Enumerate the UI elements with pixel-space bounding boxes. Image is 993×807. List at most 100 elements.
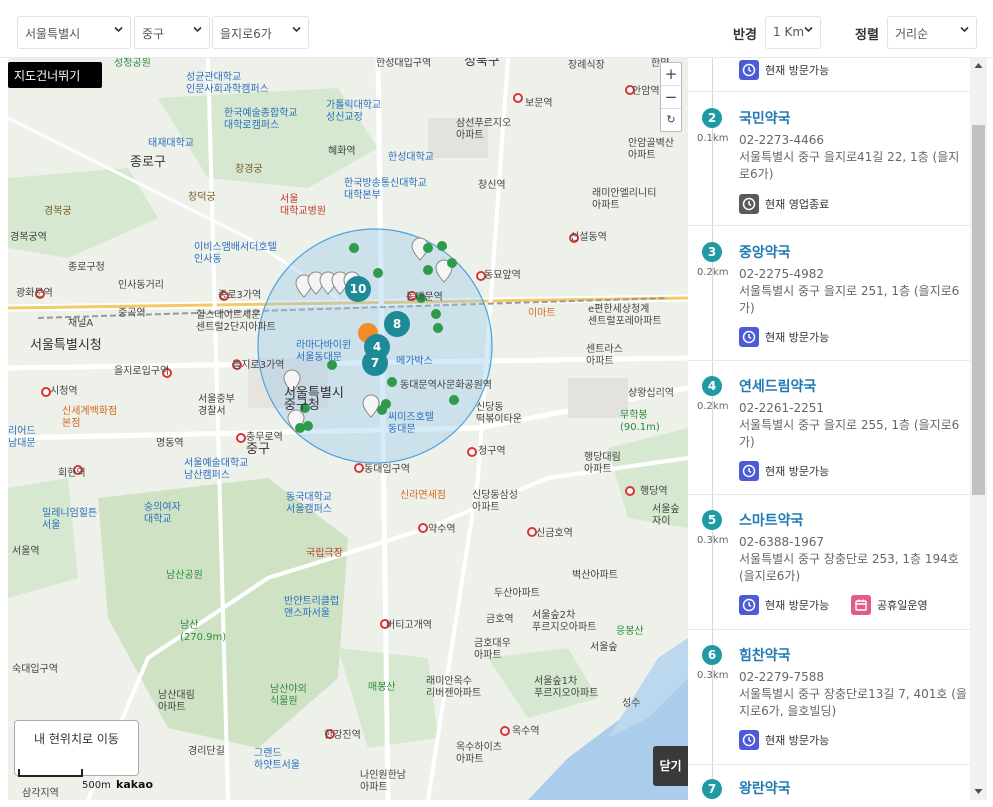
pharmacy-address: 서울특별시 중구 을지로 255, 1층 (을지로6가)	[739, 418, 960, 449]
clock-icon	[739, 327, 759, 347]
skip-map-button[interactable]: 지도건너뛰기	[8, 62, 102, 88]
kakao-logo: kakao	[116, 778, 154, 791]
map-view[interactable]: 10 8 4 7 성균관대학교 인문사회과학캠퍼스 한국예술종합학교 대학로캠퍼…	[8, 58, 688, 800]
map-label: 서울숲1차 푸르지오아파트	[534, 676, 599, 699]
pharmacy-phone: 02-2275-4982	[739, 267, 825, 281]
map-label: 경복궁역	[10, 232, 47, 243]
item-distance: 0.2km	[697, 267, 729, 278]
list-item-partial[interactable]: 현재 방문가능	[688, 58, 970, 92]
city-select[interactable]: 서울특별시	[17, 16, 131, 49]
chevron-down-icon	[960, 25, 969, 34]
district-select-value: 중구	[142, 27, 165, 41]
map-label: 성수	[622, 698, 641, 709]
map-block	[568, 378, 628, 418]
map-marker-7[interactable]: 7	[362, 350, 388, 376]
holiday-text: 공휴일운영	[877, 599, 928, 612]
list-scrollbar-thumb[interactable]	[972, 125, 985, 495]
map-label: 씨미즈호텔 동대문	[388, 412, 434, 435]
map-label: 남산야외 식물원	[270, 684, 307, 707]
map-label: 매봉산	[368, 682, 396, 693]
map-label: 서울예술대학교 남산캠퍼스	[184, 458, 249, 481]
status-text: 현재 방문가능	[765, 64, 830, 77]
reset-map-button[interactable]: ↻	[661, 109, 681, 132]
map-label: 신설동역	[570, 232, 607, 243]
list-item[interactable]: 3 0.2km 중앙약국 02-2275-4982 서울특별시 중구 을지로 2…	[688, 227, 970, 361]
map-label: e편한세상청계 센트럴포레아파트	[588, 304, 662, 327]
district-select[interactable]: 중구	[134, 16, 210, 49]
list-item[interactable]: 2 0.1km 국민약국 02-2273-4466 서울특별시 중구 을지로41…	[688, 93, 970, 226]
pharmacy-address: 서울특별시 중구 장충단로13길 7, 401호 (을지로6가, 을호빌딩)	[739, 687, 967, 718]
chevron-down-icon	[193, 25, 202, 34]
dong-select[interactable]: 을지로6가	[212, 16, 309, 49]
map-label: 반얀트리클럽 앤스파서울	[284, 596, 340, 619]
list-item[interactable]: 6 0.3km 힘찬약국 02-2279-7588 서울특별시 중구 장충단로1…	[688, 631, 970, 765]
map-label: 창덕궁	[188, 192, 216, 203]
close-list-button[interactable]: 닫기	[653, 746, 688, 786]
map-marker-10[interactable]: 10	[345, 276, 371, 302]
map-label: 응봉산	[616, 626, 644, 637]
scale-bar-icon	[18, 769, 83, 777]
map-label: 남산공원	[166, 570, 203, 581]
status-open: 현재 방문가능	[739, 730, 829, 750]
scale-label: 500m	[82, 780, 111, 791]
map-label: 서울숲	[590, 642, 618, 653]
map-label: 경복궁	[44, 206, 72, 217]
clock-icon	[739, 730, 759, 750]
list-item[interactable]: 5 0.3km 스마트약국 02-6388-1967 서울특별시 중구 장충단로…	[688, 496, 970, 630]
zoom-out-button[interactable]: −	[661, 86, 681, 109]
radius-select-value: 1 Km	[773, 25, 805, 39]
item-distance: 0.2km	[697, 401, 729, 412]
map-label: 성정공원	[114, 58, 151, 69]
scroll-down-icon[interactable]	[974, 788, 983, 795]
map-label: 버티고개역	[386, 620, 432, 631]
map-label: 약수역	[428, 524, 456, 535]
pharmacy-name-link[interactable]: 국민약국	[739, 108, 791, 128]
chevron-down-icon	[292, 25, 301, 34]
status-text: 현재 방문가능	[765, 331, 830, 344]
zoom-in-button[interactable]: +	[661, 63, 681, 86]
pharmacy-name-link[interactable]: 힘찬약국	[739, 645, 791, 665]
map-label: 동대문역	[406, 292, 443, 303]
map-label: 리어드 남대문	[8, 426, 36, 449]
radius-label: 반경	[733, 28, 757, 43]
map-label: 옥수역	[512, 726, 540, 737]
list-item[interactable]: 4 0.2km 연세드림약국 02-2261-2251 서울특별시 중구 을지로…	[688, 362, 970, 495]
pharmacy-name-link[interactable]: 연세드림약국	[739, 376, 816, 396]
map-label: 나인원한남 아파트	[360, 770, 406, 793]
pharmacy-address: 서울특별시 중구 장충단로 253, 1층 194호 (을지로6가)	[739, 552, 959, 583]
map-label: 행당역	[640, 486, 668, 497]
item-number-badge: 7	[702, 779, 722, 799]
calendar-icon	[851, 595, 871, 615]
map-label: 센트라스 아파트	[586, 344, 623, 367]
radius-select[interactable]: 1 Km	[765, 16, 821, 49]
map-label: 중곡역	[118, 308, 146, 319]
list-item[interactable]: 7 왕란약국	[688, 766, 970, 800]
map-label: 태재대학교	[148, 138, 194, 149]
map-label: 신금호역	[536, 528, 573, 539]
map-label: 한성대학교	[388, 152, 434, 163]
map-label: 신세계백화점 본점	[62, 406, 118, 429]
pharmacy-name-link[interactable]: 중앙약국	[739, 242, 791, 262]
map-label: 숭의여자 대학교	[144, 502, 181, 525]
map-label: 채널A	[68, 318, 94, 329]
filter-bar: 서울특별시 중구 을지로6가 반경 1 Km 정렬 거리순	[0, 0, 993, 58]
map-marker-8[interactable]: 8	[384, 311, 410, 337]
map-label: 한강진역	[324, 730, 361, 741]
zoom-control: + − ↻	[660, 62, 682, 132]
pharmacy-name-link[interactable]: 스마트약국	[739, 510, 803, 530]
dong-select-value: 을지로6가	[220, 27, 272, 41]
map-label: 옥수하이츠 아파트	[456, 742, 502, 765]
scroll-up-icon[interactable]	[974, 62, 983, 69]
sort-select[interactable]: 거리순	[887, 16, 977, 49]
map-label: 동국대학교 서울캠퍼스	[286, 492, 332, 515]
map-label: 그랜드 하얏트서울	[254, 748, 300, 771]
map-label: 혜화역	[328, 146, 356, 157]
map-label: 래미안옥수 리버젠아파트	[426, 676, 482, 699]
map-label: 안암역	[632, 86, 660, 97]
map-label: 숙대입구역	[12, 664, 58, 675]
pharmacy-name-link[interactable]: 왕란약국	[739, 778, 791, 798]
item-number-badge: 4	[702, 376, 722, 396]
pharmacy-phone: 02-2261-2251	[739, 401, 825, 415]
pharmacy-list[interactable]: 현재 방문가능 2 0.1km 국민약국 02-2273-4466 서울특별시 …	[688, 58, 970, 800]
map-label: 서울특별시 중구청	[284, 386, 344, 413]
